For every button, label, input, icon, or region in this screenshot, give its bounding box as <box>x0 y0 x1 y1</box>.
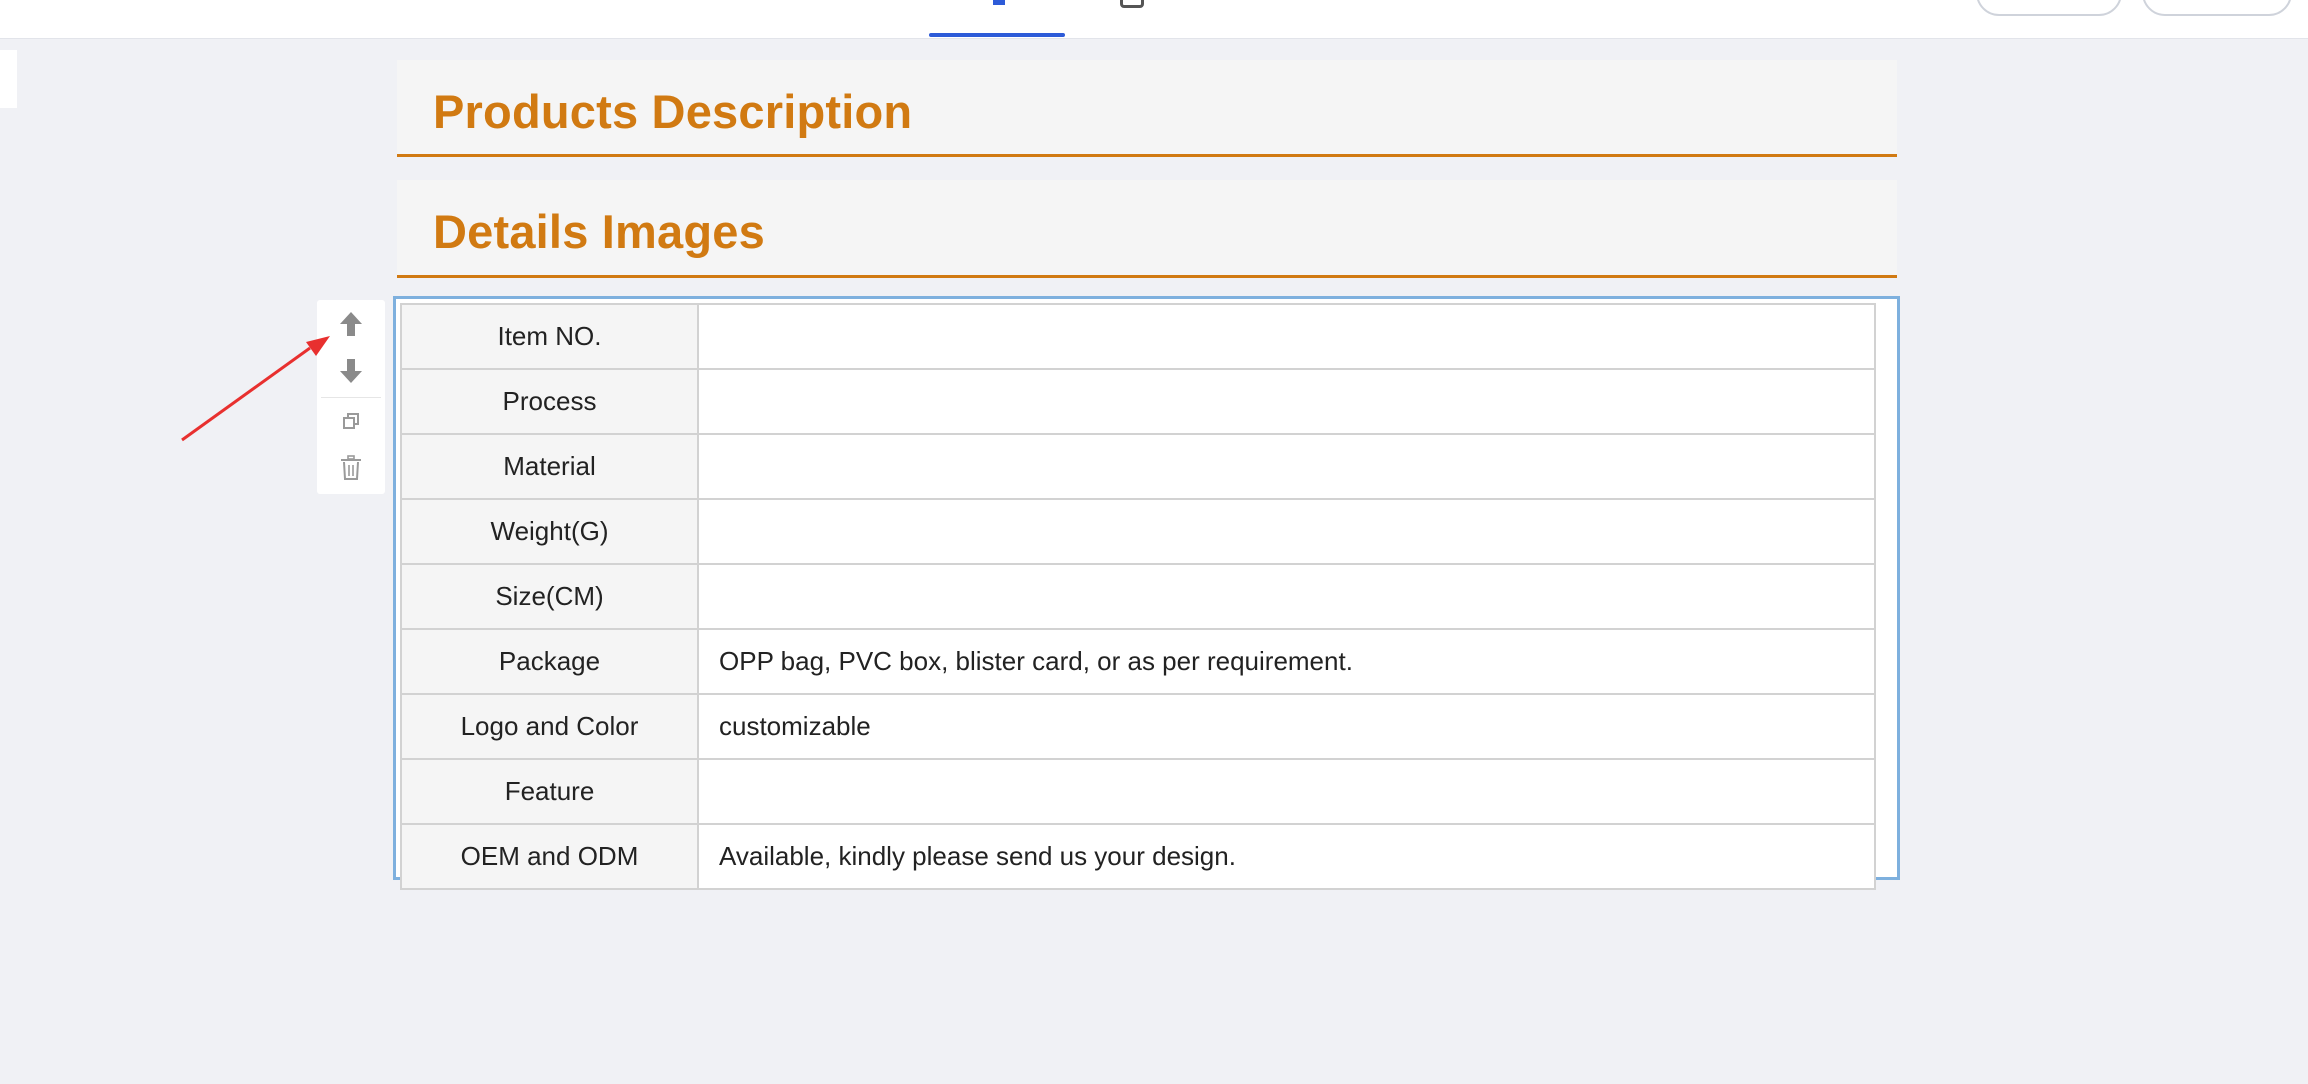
section-divider <box>397 154 1897 157</box>
toolbar-button-2[interactable] <box>2142 0 2292 16</box>
spec-label-cell[interactable]: OEM and ODM <box>400 823 699 890</box>
table-row: OEM and ODM Available, kindly please send… <box>400 823 1876 890</box>
editor-toolbar <box>0 0 2308 39</box>
spec-value-cell[interactable]: OPP bag, PVC box, blister card, or as pe… <box>697 628 1876 695</box>
details-images-section[interactable]: Details Images <box>397 180 1897 278</box>
spec-value-cell[interactable] <box>697 368 1876 435</box>
spec-value-cell[interactable] <box>697 433 1876 500</box>
table-row: Logo and Color customizable <box>400 693 1876 760</box>
preview-icon[interactable] <box>1120 0 1144 8</box>
spec-label-cell[interactable]: Package <box>400 628 699 695</box>
table-row: Process <box>400 368 1876 435</box>
left-panel-edge <box>0 50 17 108</box>
spec-value-cell[interactable] <box>697 563 1876 630</box>
trash-icon <box>341 455 361 480</box>
table-row: Package OPP bag, PVC box, blister card, o… <box>400 628 1876 695</box>
section-title: Products Description <box>433 85 913 138</box>
products-description-section[interactable]: Products Description <box>397 60 1897 157</box>
active-tab-indicator <box>929 33 1065 37</box>
table-row: Size(CM) <box>400 563 1876 630</box>
spec-value-cell[interactable]: customizable <box>697 693 1876 760</box>
spec-table-block[interactable]: Item NO. Process Material Weight(G) Size(CM)… <box>393 296 1900 890</box>
spec-value-cell[interactable] <box>697 758 1876 825</box>
spec-label-cell[interactable]: Item NO. <box>400 303 699 370</box>
spec-label-cell[interactable]: Process <box>400 368 699 435</box>
toolbar-button-1[interactable] <box>1976 0 2122 16</box>
spec-value-cell[interactable]: Available, kindly please send us your de… <box>697 823 1876 890</box>
spec-label-cell[interactable]: Size(CM) <box>400 563 699 630</box>
table-row: Weight(G) <box>400 498 1876 565</box>
annotation-arrow-icon <box>181 336 330 442</box>
arrow-up-icon <box>340 312 362 336</box>
spec-label-cell[interactable]: Feature <box>400 758 699 825</box>
spec-label-cell[interactable]: Logo and Color <box>400 693 699 760</box>
copy-icon <box>343 413 359 429</box>
spec-label-cell[interactable]: Material <box>400 433 699 500</box>
spec-value-cell[interactable] <box>697 303 1876 370</box>
table-row: Material <box>400 433 1876 500</box>
edit-tab-icon[interactable] <box>993 0 1005 5</box>
section-divider <box>397 275 1897 278</box>
section-title: Details Images <box>433 205 765 258</box>
spec-label-cell[interactable]: Weight(G) <box>400 498 699 565</box>
table-row: Feature <box>400 758 1876 825</box>
arrow-down-icon <box>340 359 362 383</box>
spec-value-cell[interactable] <box>697 498 1876 565</box>
delete-button[interactable] <box>335 452 367 484</box>
spec-table: Item NO. Process Material Weight(G) Size(CM)… <box>400 303 1876 890</box>
table-row: Item NO. <box>400 303 1876 370</box>
